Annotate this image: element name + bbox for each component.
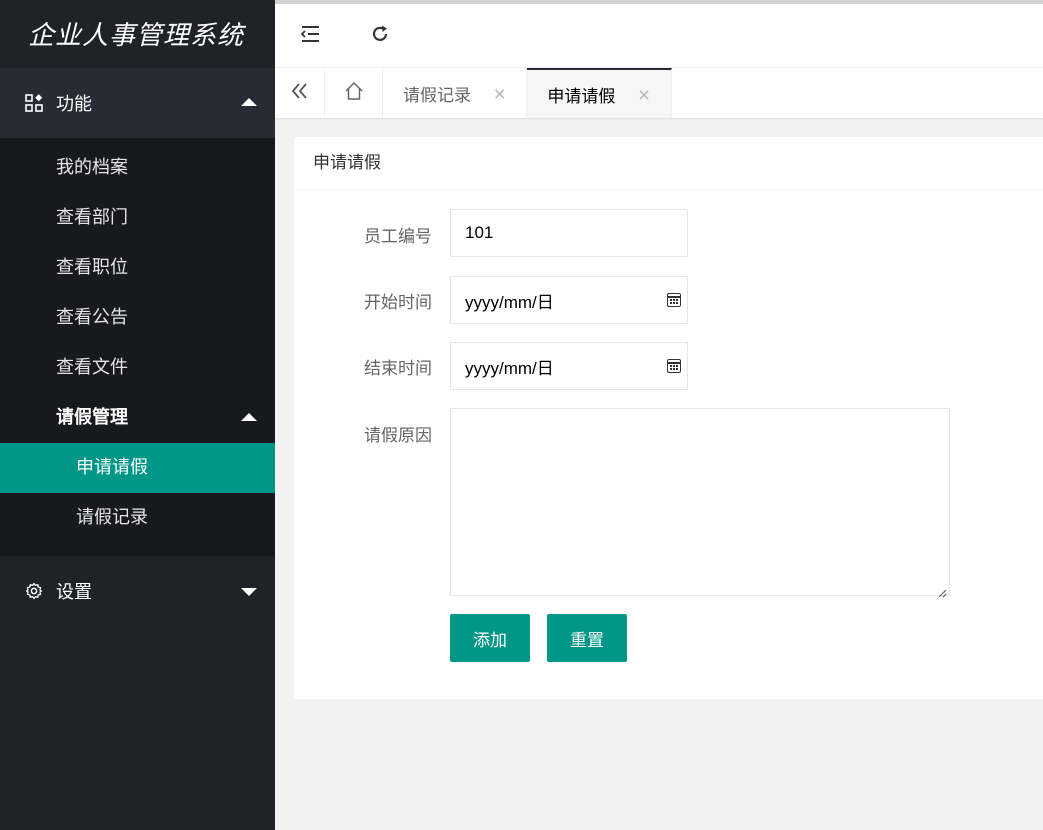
card-title: 申请请假 <box>294 137 1043 190</box>
leave-form-card: 申请请假 员工编号 101 开始时间 yyyy/mm/日 结束时间 yyyy/m… <box>294 137 1043 699</box>
menu-group-functions[interactable]: 功能 <box>0 68 275 138</box>
employee-id-label: 员工编号 <box>364 227 432 247</box>
sidebar-item-files[interactable]: 查看文件 <box>0 343 275 393</box>
close-icon[interactable]: × <box>493 84 506 103</box>
tab-home[interactable] <box>325 68 383 118</box>
sidebar: 企业人事管理系统 功能 我的档案 查看部门 查看职位 查看公告 查看文件 请假管… <box>0 0 275 830</box>
sidebar-item-departments[interactable]: 查看部门 <box>0 193 275 243</box>
menu-group-settings[interactable]: 设置 <box>0 556 275 626</box>
sidebar-item-apply-leave[interactable]: 申请请假 <box>0 443 275 493</box>
refresh-icon <box>370 24 390 48</box>
app-root: 企业人事管理系统 功能 我的档案 查看部门 查看职位 查看公告 查看文件 请假管… <box>0 0 1043 830</box>
close-icon[interactable]: × <box>637 85 650 104</box>
sidebar-item-leave-management-label: 请假管理 <box>56 407 128 428</box>
app-logo-title: 企业人事管理系统 <box>0 0 275 68</box>
gear-icon <box>24 581 44 601</box>
shrink-menu-button[interactable] <box>275 4 345 68</box>
caret-up-icon <box>241 413 257 421</box>
end-time-placeholder: yyyy/mm/日 <box>465 358 554 378</box>
caret-down-icon <box>241 588 257 596</box>
tabs-bar: 请假记录 × 申请请假 × <box>275 68 1043 118</box>
home-icon <box>344 81 364 105</box>
sidebar-item-announcements[interactable]: 查看公告 <box>0 293 275 343</box>
tab-apply-leave[interactable]: 申请请假 × <box>527 68 672 118</box>
grid-icon <box>24 93 44 113</box>
tab-leave-records[interactable]: 请假记录 × <box>383 68 528 118</box>
shrink-menu-icon <box>299 25 321 47</box>
sidebar-item-positions[interactable]: 查看职位 <box>0 243 275 293</box>
calendar-icon[interactable] <box>667 359 681 373</box>
caret-up-icon <box>241 98 257 106</box>
calendar-icon[interactable] <box>667 293 681 307</box>
reset-button[interactable]: 重置 <box>547 614 627 662</box>
start-time-placeholder: yyyy/mm/日 <box>465 292 554 312</box>
form-row-employee-id: 员工编号 101 <box>294 209 1043 257</box>
start-time-label: 开始时间 <box>364 293 432 313</box>
sidebar-item-leave-records[interactable]: 请假记录 <box>0 493 275 543</box>
refresh-button[interactable] <box>345 4 415 68</box>
tab-apply-leave-label: 申请请假 <box>547 86 616 107</box>
sidebar-item-leave-management[interactable]: 请假管理 <box>0 393 275 443</box>
sidebar-item-my-profile[interactable]: 我的档案 <box>0 143 275 193</box>
resize-handle-icon[interactable] <box>937 583 947 598</box>
reason-label: 请假原因 <box>364 426 432 446</box>
topbar <box>275 4 1043 68</box>
form-row-start-time: 开始时间 yyyy/mm/日 <box>294 276 1043 324</box>
add-button[interactable]: 添加 <box>450 614 530 662</box>
menu-group-functions-label: 功能 <box>56 94 92 115</box>
tabs-scroll-left-button[interactable] <box>275 68 325 118</box>
double-chevron-left-icon <box>290 82 310 104</box>
start-time-input[interactable]: yyyy/mm/日 <box>450 276 688 324</box>
form-row-reason: 请假原因 <box>294 408 1043 598</box>
end-time-label: 结束时间 <box>364 359 432 379</box>
submenu-spacer <box>0 543 275 556</box>
employee-id-input[interactable]: 101 <box>450 209 688 257</box>
employee-id-value: 101 <box>465 223 494 242</box>
form-row-end-time: 结束时间 yyyy/mm/日 <box>294 342 1043 390</box>
menu-group-settings-label: 设置 <box>56 582 92 603</box>
end-time-input[interactable]: yyyy/mm/日 <box>450 342 688 390</box>
submenu-functions: 我的档案 查看部门 查看职位 查看公告 查看文件 请假管理 申请请假 请假记录 <box>0 138 275 556</box>
reason-textarea[interactable] <box>450 408 950 598</box>
tab-leave-records-label: 请假记录 <box>403 85 471 106</box>
